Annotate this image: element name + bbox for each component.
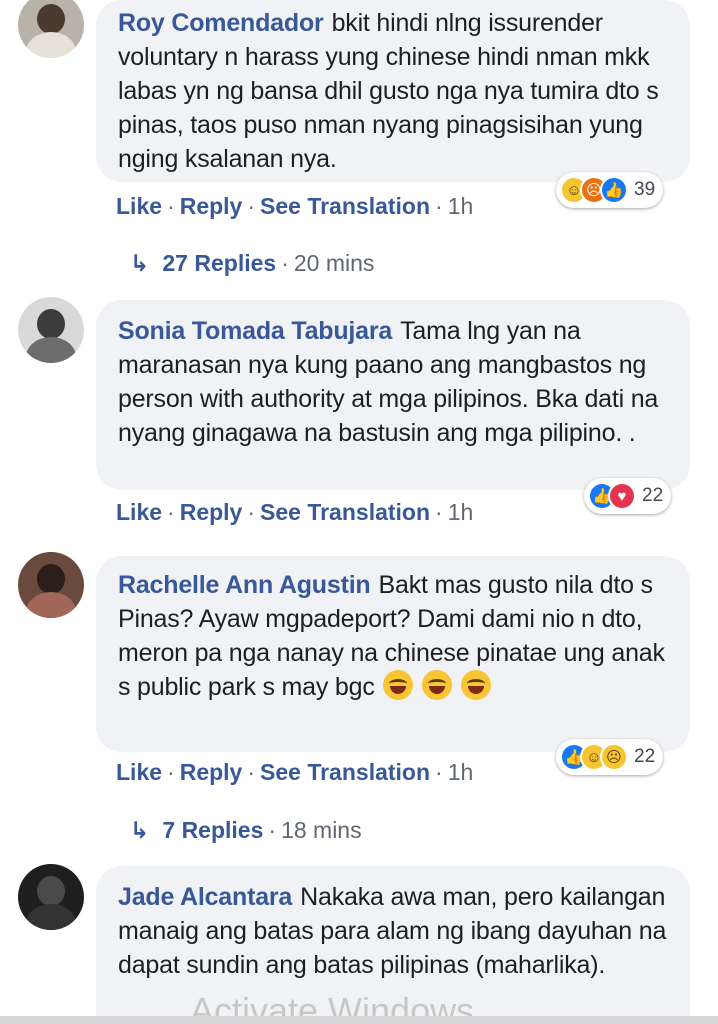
comment-author[interactable]: Roy Comendador <box>118 9 324 37</box>
reply-arrow-icon: ↳ <box>130 250 150 276</box>
comment-actions: Like · Reply · See Translation · 1h <box>116 499 474 525</box>
comment-time[interactable]: 1h <box>448 499 474 525</box>
replies-count[interactable]: 7 Replies <box>162 817 263 843</box>
comment-bubble: Sonia Tomada Tabujara Tama lng yan na mar… <box>96 300 690 490</box>
reaction-count: 39 <box>634 179 656 200</box>
avatar[interactable] <box>18 864 84 930</box>
see-translation-link[interactable]: See Translation <box>260 759 430 785</box>
like-link[interactable]: Like <box>116 499 162 525</box>
comment-author[interactable]: Rachelle Ann Agustin <box>118 571 371 599</box>
see-translation-link[interactable]: See Translation <box>260 499 430 525</box>
comment-author[interactable]: Jade Alcantara <box>118 883 292 911</box>
like-icon: 👍 <box>600 176 628 204</box>
replies-count[interactable]: 27 Replies <box>162 250 276 276</box>
reactions-summary[interactable]: ☺ ☹ 👍 39 <box>556 172 664 208</box>
laughing-crying-emoji-icon <box>383 670 414 700</box>
avatar[interactable] <box>18 0 84 58</box>
avatar[interactable] <box>18 297 84 363</box>
reactions-summary[interactable]: 👍 ♥ 22 <box>584 478 672 514</box>
comment-actions: Like · Reply · See Translation · 1h <box>116 193 474 219</box>
sad-icon: ☹ <box>600 743 628 771</box>
reply-link[interactable]: Reply <box>180 759 243 785</box>
reply-link[interactable]: Reply <box>180 193 243 219</box>
reactions-summary[interactable]: 👍 ☺ ☹ 22 <box>556 739 664 775</box>
window-bottom-edge <box>0 1016 718 1024</box>
reaction-count: 22 <box>634 746 656 767</box>
replies-time: 18 mins <box>281 817 362 843</box>
replies-time: 20 mins <box>293 250 375 276</box>
reaction-count: 22 <box>642 485 664 506</box>
like-link[interactable]: Like <box>116 759 162 785</box>
laughing-crying-emoji-icon <box>460 670 491 700</box>
view-replies[interactable]: ↳ 7 Replies · 18 mins <box>130 817 362 844</box>
comment-time[interactable]: 1h <box>448 759 474 785</box>
love-icon: ♥ <box>608 482 636 510</box>
reply-arrow-icon: ↳ <box>130 817 150 843</box>
laughing-crying-emoji-icon <box>422 670 453 700</box>
comment-bubble: Roy Comendador bkit hindi nlng issurender… <box>96 0 690 182</box>
comment-actions: Like · Reply · See Translation · 1h <box>116 759 474 785</box>
like-link[interactable]: Like <box>116 193 162 219</box>
avatar[interactable] <box>18 552 84 618</box>
comment-time[interactable]: 1h <box>448 193 474 219</box>
reply-link[interactable]: Reply <box>180 499 243 525</box>
see-translation-link[interactable]: See Translation <box>260 193 430 219</box>
view-replies[interactable]: ↳ 27 Replies · 20 mins <box>130 250 374 277</box>
comment-bubble: Rachelle Ann Agustin Bakt mas gusto nila … <box>96 556 690 752</box>
comment-author[interactable]: Sonia Tomada Tabujara <box>118 317 392 345</box>
